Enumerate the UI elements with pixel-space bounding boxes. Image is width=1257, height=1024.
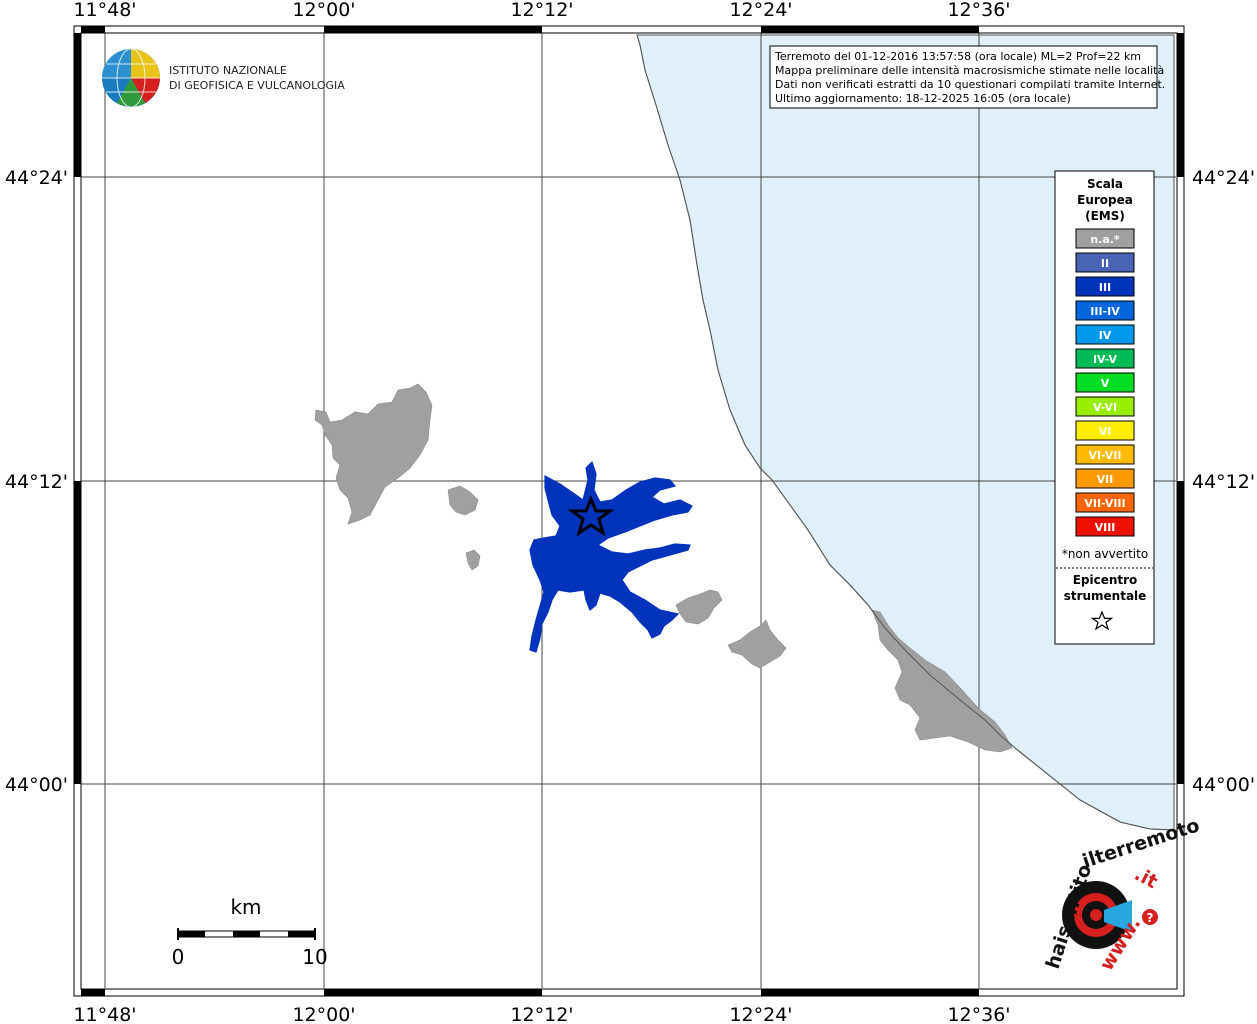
lon-label: 12°24' bbox=[729, 1004, 792, 1024]
legend-item: V bbox=[1075, 372, 1135, 393]
longitude-labels-bottom: 11°48' 12°00' 12°12' 12°24' 12°36' bbox=[73, 1004, 1010, 1024]
ingv-logo-line1: ISTITUTO NAZIONALE bbox=[169, 64, 287, 77]
legend-item: VII-VIII bbox=[1075, 492, 1135, 513]
legend-item: n.a.* bbox=[1075, 228, 1135, 249]
legend-swatch-label: VII-VIII bbox=[1084, 497, 1125, 510]
legend-swatch-label: VII bbox=[1097, 473, 1114, 486]
legend-title: (EMS) bbox=[1085, 209, 1125, 223]
event-info-line: Dati non verificati estratti da 10 quest… bbox=[775, 78, 1165, 91]
event-info-line: Terremoto del 01-12-2016 13:57:58 (ora l… bbox=[774, 50, 1141, 63]
lat-label: 44°00' bbox=[5, 774, 68, 796]
ingv-globe-icon bbox=[102, 48, 160, 108]
event-info-line: Mappa preliminare delle intensità macros… bbox=[775, 64, 1164, 77]
scale-unit: km bbox=[230, 895, 261, 919]
lat-label: 44°24' bbox=[1192, 167, 1255, 189]
scale-max: 10 bbox=[302, 945, 327, 969]
legend-swatch-label: III bbox=[1099, 281, 1111, 294]
legend-item: V-VI bbox=[1075, 396, 1135, 417]
legend-item: VII bbox=[1075, 468, 1135, 489]
lat-label: 44°12' bbox=[5, 471, 68, 493]
lon-label: 12°36' bbox=[947, 0, 1010, 21]
legend-title: Europea bbox=[1077, 193, 1133, 207]
municipality-area bbox=[447, 485, 479, 516]
lon-label: 12°00' bbox=[292, 0, 355, 21]
lon-label: 12°00' bbox=[292, 1004, 355, 1024]
lon-label: 12°12' bbox=[510, 1004, 573, 1024]
event-info-line: Ultimo aggiornamento: 18-12-2025 16:05 (… bbox=[775, 92, 1071, 105]
ems-legend: Scala Europea (EMS) n.a.*IIIIIIII-IVIVIV… bbox=[1054, 170, 1155, 645]
lon-label: 11°48' bbox=[73, 1004, 136, 1024]
legend-swatch-label: VIII bbox=[1095, 521, 1116, 534]
legend-item: VIII bbox=[1075, 516, 1135, 537]
latitude-labels-right: 44°24' 44°12' 44°00' bbox=[1192, 167, 1255, 796]
legend-item: IV-V bbox=[1075, 348, 1135, 369]
svg-text:?: ? bbox=[1147, 911, 1154, 925]
dot-it-text: .it bbox=[1131, 863, 1161, 893]
legend-item: VI bbox=[1075, 420, 1135, 441]
legend-item: III bbox=[1075, 276, 1135, 297]
municipalities-intensity-iii bbox=[529, 460, 693, 653]
scale-min: 0 bbox=[172, 945, 185, 969]
legend-swatch-label: VI bbox=[1099, 425, 1112, 438]
legend-swatch-label: IV bbox=[1099, 329, 1112, 342]
latitude-labels-left: 44°24' 44°12' 44°00' bbox=[5, 167, 68, 796]
legend-item: IV bbox=[1075, 324, 1135, 345]
ingv-logo-line2: DI GEOFISICA E VULCANOLOGIA bbox=[169, 79, 345, 92]
lat-label: 44°00' bbox=[1192, 774, 1255, 796]
legend-epicenter-label: strumentale bbox=[1064, 589, 1147, 603]
legend-swatch-label: V bbox=[1101, 377, 1110, 390]
legend-epicenter-label: Epicentro bbox=[1073, 573, 1138, 587]
scale-bar: km 0 10 bbox=[172, 895, 328, 969]
municipality-area bbox=[727, 619, 787, 669]
legend-title: Scala bbox=[1087, 177, 1123, 191]
haisentito-logo: ? haisentito ilterremoto .it www. bbox=[1042, 814, 1202, 974]
legend-item: II bbox=[1075, 252, 1135, 273]
legend-swatch-label: VI-VII bbox=[1088, 449, 1121, 462]
lat-label: 44°24' bbox=[5, 167, 68, 189]
event-info-box: Terremoto del 01-12-2016 13:57:58 (ora l… bbox=[769, 45, 1165, 109]
municipality-area bbox=[675, 589, 723, 625]
ingv-logo: ISTITUTO NAZIONALE DI GEOFISICA E VULCAN… bbox=[102, 48, 345, 108]
legend-item: III-IV bbox=[1075, 300, 1135, 321]
lat-label: 44°12' bbox=[1192, 471, 1255, 493]
question-badge-icon: ? bbox=[1142, 909, 1158, 925]
macroseismic-map: 11°48' 12°00' 12°12' 12°24' 12°36' 11°48… bbox=[5, 0, 1255, 1024]
longitude-labels-top: 11°48' 12°00' 12°12' 12°24' 12°36' bbox=[73, 0, 1010, 21]
lon-label: 12°12' bbox=[510, 0, 573, 21]
legend-item: VI-VII bbox=[1075, 444, 1135, 465]
lon-label: 12°24' bbox=[729, 0, 792, 21]
lon-label: 11°48' bbox=[73, 0, 136, 21]
legend-swatch-label: V-VI bbox=[1093, 401, 1117, 414]
legend-swatch-label: II bbox=[1101, 257, 1109, 270]
legend-swatch-label: n.a.* bbox=[1090, 233, 1120, 246]
municipality-area bbox=[529, 460, 693, 653]
lon-label: 12°36' bbox=[947, 1004, 1010, 1024]
legend-note: *non avvertito bbox=[1062, 547, 1148, 561]
municipality-area bbox=[314, 383, 433, 525]
legend-swatch-label: III-IV bbox=[1090, 305, 1120, 318]
legend-swatch-label: IV-V bbox=[1093, 353, 1118, 366]
municipality-area bbox=[465, 549, 481, 571]
